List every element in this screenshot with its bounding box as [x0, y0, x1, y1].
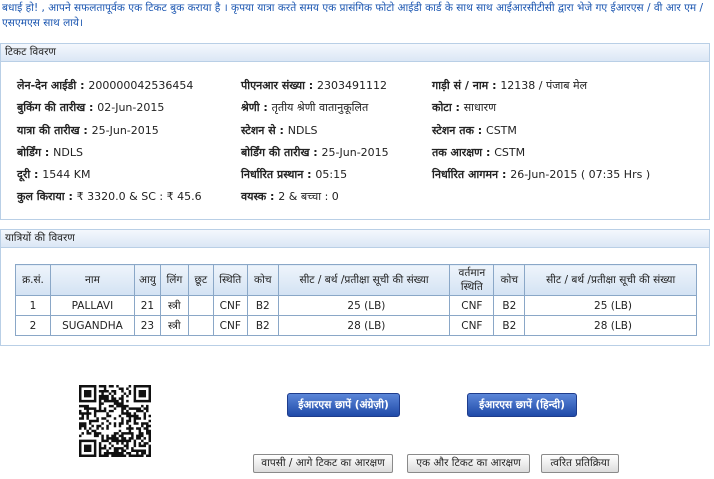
col-header-coach: कोच: [246, 264, 279, 296]
train-field: गाड़ी सं / नाम : 12138 / पंजाब मेल: [432, 79, 588, 92]
to-station-field: स्टेशन तक : CSTM: [432, 124, 517, 137]
print-ers-hindi-button[interactable]: ईआरएस छापें (हिन्दी): [467, 393, 577, 417]
col-header-age: आयु: [133, 264, 161, 296]
passenger-table: क्र.सं. नाम आयु लिंग छूट स्थिति कोच सीट …: [15, 264, 697, 336]
scheduled-arrival-field: निर्धारित आगमन : 26-Jun-2015 ( 07:35 Hrs…: [432, 168, 651, 181]
total-fare-field: कुल किराया : ₹ 3320.0 & SC : ₹ 45.6: [17, 190, 202, 203]
quick-feedback-button[interactable]: त्वरित प्रतिक्रिया: [541, 454, 619, 473]
passenger-details-header: यात्रियों की विवरण: [0, 229, 710, 248]
success-message: बधाई हो! , आपने सफलतापूर्वक एक टिकट बुक …: [2, 2, 704, 29]
qr-code-icon: [79, 385, 151, 457]
booking-date-field: बुकिंग की तारीख : 02-Jun-2015: [17, 101, 165, 114]
scheduled-departure-field: निर्धारित प्रस्थान : 05:15: [241, 168, 348, 181]
quota-field: कोटा : साधारण: [432, 101, 497, 114]
col-header-name: नाम: [49, 264, 135, 296]
journey-date-field: यात्रा की तारीख : 25-Jun-2015: [17, 124, 159, 137]
table-row: 1 PALLAVI 21 स्त्री CNF B2 25 (LB) CNF B…: [15, 295, 697, 316]
pnr-field: पीएनआर संख्या : 2303491112: [241, 79, 388, 92]
col-header-current-coach: कोच: [493, 264, 526, 296]
table-row: 2 SUGANDHA 23 स्त्री CNF B2 28 (LB) CNF …: [15, 315, 697, 336]
reservation-upto-field: तक आरक्षण : CSTM: [432, 146, 526, 159]
col-header-gender: लिंग: [159, 264, 189, 296]
col-header-current-status: वर्तमान स्थिति: [449, 264, 495, 296]
passenger-table-header: क्र.सं. नाम आयु लिंग छूट स्थिति कोच सीट …: [15, 264, 697, 296]
from-station-field: स्टेशन से : NDLS: [241, 124, 318, 137]
col-header-serial: क्र.सं.: [15, 264, 51, 296]
passenger-count-field: वयस्क : 2 & बच्चा : 0: [241, 190, 339, 203]
col-header-status: स्थिति: [212, 264, 248, 296]
boarding-field: बोर्डिंग : NDLS: [17, 146, 83, 159]
distance-field: दूरी : 1544 KM: [17, 168, 91, 181]
col-header-seat: सीट / बर्थ /प्रतीक्षा सूची की संख्या: [277, 264, 451, 296]
book-another-ticket-button[interactable]: एक और टिकट का आरक्षण: [407, 454, 530, 473]
col-header-concession: छूट: [187, 264, 214, 296]
print-ers-english-button[interactable]: ईआरएस छापें (अंग्रेज़ी): [287, 393, 400, 417]
boarding-date-field: बोर्डिंग की तारीख : 25-Jun-2015: [241, 146, 389, 159]
ticket-details-header: टिकट विवरण: [0, 43, 710, 62]
return-journey-booking-button[interactable]: वापसी / आगे टिकट का आरक्षण: [253, 454, 393, 473]
col-header-current-seat: सीट / बर्थ /प्रतीक्षा सूची की संख्या: [524, 264, 697, 296]
transaction-id-field: लेन-देन आईडी : 200000042536454: [17, 79, 194, 92]
class-field: श्रेणी : तृतीय श्रेणी वातानुकूलित: [241, 101, 369, 114]
